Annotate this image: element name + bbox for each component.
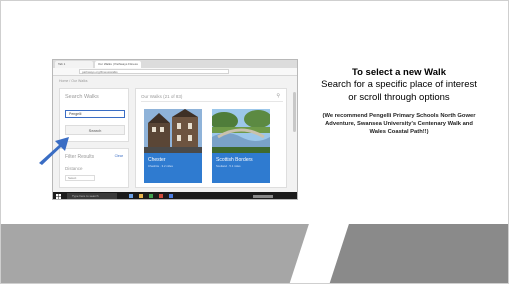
- walk-card-title: Chester: [148, 157, 166, 163]
- windows-taskbar: Type here to search: [53, 192, 297, 199]
- web-page: Home / Our Walks Search Walks Pengelli S…: [53, 76, 297, 192]
- walk-card-subtitle: Scotland · 5.1 miles: [216, 164, 241, 168]
- clear-filters-link[interactable]: Clear: [115, 154, 123, 158]
- taskbar-app-icon[interactable]: [129, 194, 133, 198]
- breadcrumb: Home / Our Walks: [59, 79, 88, 83]
- slide-text: To select a new Walk Search for a specif…: [319, 67, 479, 136]
- presentation-slide: Tab 1 Our Walks | Pathways Fitness pathw…: [0, 0, 509, 284]
- embedded-screenshot: Tab 1 Our Walks | Pathways Fitness pathw…: [52, 59, 298, 200]
- walk-card-subtitle: Cheshire · 3.2 miles: [148, 164, 173, 168]
- walk-card-title: Scottish Borders: [216, 157, 253, 163]
- search-panel: Search Walks Pengelli Search: [59, 88, 129, 142]
- bottom-band-dark: [323, 224, 508, 283]
- search-icon[interactable]: ⚲: [276, 93, 280, 99]
- system-tray[interactable]: [253, 195, 273, 198]
- taskbar-app-icon[interactable]: [149, 194, 153, 198]
- browser-tab-bar: Tab 1 Our Walks | Pathways Fitness: [53, 60, 297, 68]
- search-button[interactable]: Search: [65, 125, 125, 135]
- walks-panel-title: Our Walks (21 of 83): [141, 94, 183, 99]
- divider: [141, 101, 283, 102]
- taskbar-app-icon[interactable]: [159, 194, 163, 198]
- search-panel-title: Search Walks: [65, 94, 99, 100]
- browser-address-bar: pathways.org/fitness/walks: [53, 68, 297, 76]
- scottish-borders-photo: [212, 109, 270, 153]
- search-input[interactable]: Pengelli: [65, 110, 125, 118]
- address-field[interactable]: pathways.org/fitness/walks: [79, 69, 229, 74]
- browser-tab-active[interactable]: Our Walks | Pathways Fitness: [95, 61, 141, 68]
- walks-panel: Our Walks (21 of 83) ⚲ Chester Cheshire …: [135, 88, 287, 188]
- walk-card-chester[interactable]: Chester Cheshire · 3.2 miles: [144, 109, 202, 183]
- chester-photo: [144, 109, 202, 153]
- distance-select[interactable]: Select: [65, 175, 95, 181]
- browser-tab[interactable]: Tab 1: [55, 61, 93, 68]
- slide-note: (We recommend Pengelli Primary Schools N…: [322, 113, 476, 135]
- slide-body: Search for a specific place of interest …: [321, 79, 477, 103]
- windows-start-icon[interactable]: [56, 194, 61, 199]
- distance-label: Distance: [65, 166, 83, 171]
- pointer-arrow-icon: [39, 137, 69, 165]
- taskbar-app-icon[interactable]: [139, 194, 143, 198]
- page-scrollbar[interactable]: [293, 92, 296, 132]
- bottom-band-light: [1, 224, 321, 283]
- walk-card-scottish-borders[interactable]: Scottish Borders Scotland · 5.1 miles: [212, 109, 270, 183]
- slide-heading: To select a new Walk: [352, 67, 446, 78]
- taskbar-app-icon[interactable]: [169, 194, 173, 198]
- taskbar-search[interactable]: Type here to search: [67, 193, 117, 199]
